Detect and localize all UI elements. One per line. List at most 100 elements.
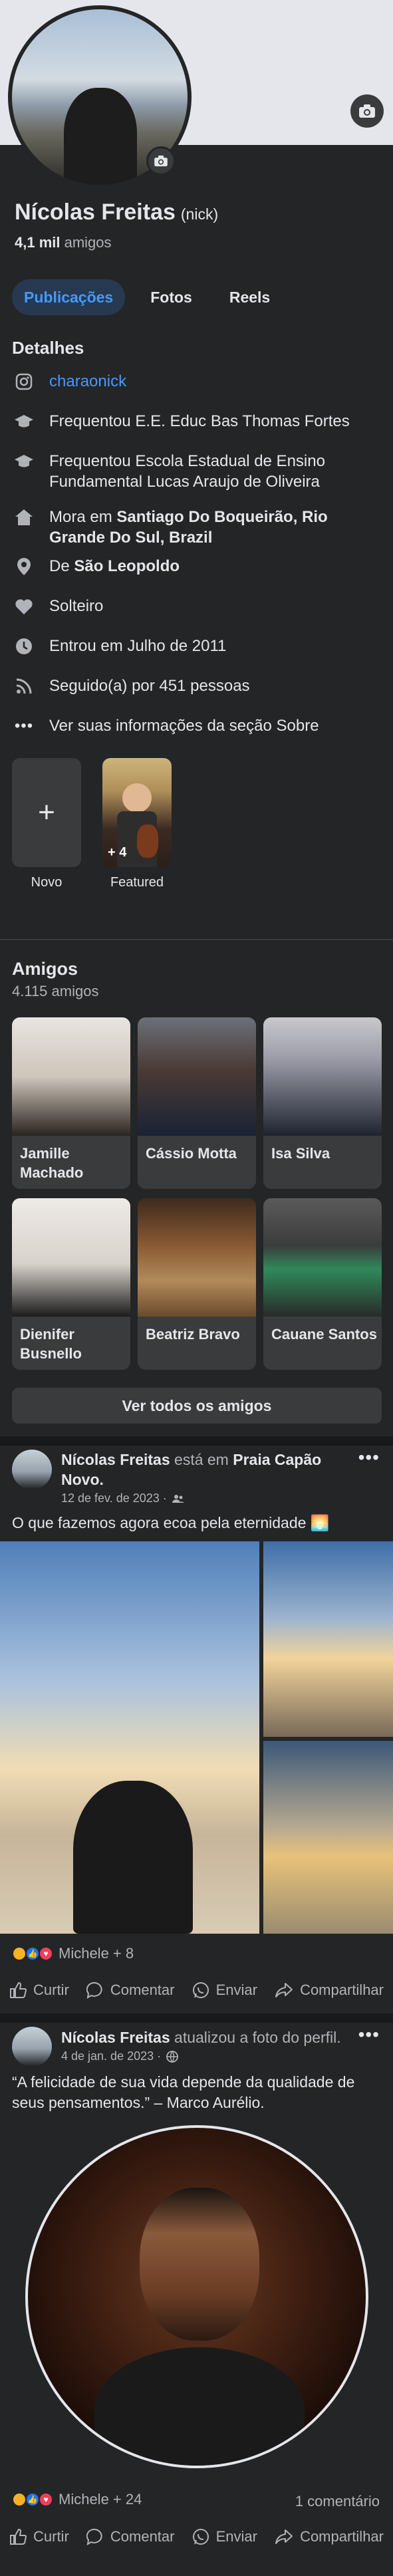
friend-card[interactable]: Cauane Santos [263,1198,382,1370]
post-reactions[interactable]: 👍 ♥ Michele + 24 [12,2491,142,2508]
haha-react-icon [12,1946,27,1961]
whatsapp-icon [192,2529,209,2545]
relationship-text: Solteiro [49,597,104,615]
friends-count-label: amigos [64,234,112,251]
tab-reels[interactable]: Reels [217,279,282,315]
post-more-options-icon[interactable]: ••• [358,2024,380,2045]
post-author-avatar[interactable] [12,2027,52,2067]
location-pin-icon [12,556,36,577]
like-react-icon: 👍 [25,1946,40,1961]
education-2-text: Frequentou Escola Estadual de Ensino Fun… [49,452,325,491]
see-all-friends-button[interactable]: Ver todos os amigos [12,1388,382,1424]
comment-button[interactable]: Comentar [86,2528,174,2545]
profile-picture-post-photo[interactable] [25,2125,368,2468]
more-dots-icon: ••• [14,717,34,735]
post-date-row: 4 de jan. de 2023 · [61,2049,179,2063]
reactions-text: Michele + 24 [59,2491,142,2508]
friend-photo [12,1017,130,1136]
send-label: Enviar [215,2528,257,2545]
friend-name: Beatriz Bravo [146,1326,240,1343]
post-author-avatar[interactable] [12,1450,52,1489]
send-button[interactable]: Enviar [192,1982,257,1999]
like-react-icon: 👍 [25,2492,40,2507]
lives-prefix: Mora em [49,508,112,526]
comments-count[interactable]: 1 comentário [295,2493,380,2510]
like-label: Curtir [33,2528,69,2545]
detail-see-about[interactable]: ••• Ver suas informações da seção Sobre [12,715,384,736]
friend-card[interactable]: Dienifer Busnello [12,1198,130,1370]
post-more-options-icon[interactable]: ••• [358,1447,380,1468]
friend-photo [263,1017,382,1136]
post-actions: Curtir Comentar Enviar Compartilhar [0,2528,393,2545]
graduation-cap-icon [12,451,36,471]
haha-react-icon [12,2492,27,2507]
graduation-cap-icon [12,411,36,432]
post-text: “A felicidade de sua vida depende da qua… [12,2073,355,2111]
globe-icon [166,2050,179,2063]
new-highlight-button[interactable]: + [12,758,81,867]
post-photo-main[interactable] [0,1541,259,1934]
post-header: Nícolas Freitas está em Praia Capão Novo… [61,1450,354,1489]
post-author[interactable]: Nícolas Freitas [61,2029,170,2046]
education-1-text: Frequentou E.E. Educ Bas Thomas Fortes [49,412,350,430]
share-arrow-icon [275,1983,293,1997]
detail-instagram[interactable]: charaonick [12,371,384,392]
reactions-text: Michele + 8 [59,1945,134,1962]
send-label: Enviar [215,1982,257,1998]
like-button[interactable]: Curtir [9,2528,69,2545]
friend-name: Cauane Santos [271,1326,377,1343]
friend-photo [138,1198,256,1317]
featured-highlight[interactable]: + 4 [102,758,172,867]
detail-from: De São Leopoldo [12,556,384,577]
tab-posts[interactable]: Publicações [12,279,126,315]
post-text: O que fazemos agora ecoa pela eternidade… [12,1514,330,1531]
comment-bubble-icon [86,2528,102,2545]
friend-card[interactable]: Isa Silva [263,1017,382,1189]
post-photo-bottom-right[interactable] [263,1741,393,1934]
post-actions: Curtir Comentar Enviar Compartilhar [0,1982,393,1999]
whatsapp-icon [192,1982,209,1998]
share-label: Compartilhar [300,2528,384,2545]
camera-icon [359,104,375,118]
post-author[interactable]: Nícolas Freitas [61,1451,170,1468]
post-photo-top-right[interactable] [263,1541,393,1737]
detail-followers[interactable]: Seguido(a) por 451 pessoas [12,676,384,696]
profile-name: Nícolas Freitas [15,199,176,225]
friends-section-title: Amigos [12,959,78,979]
home-icon [12,507,36,527]
joined-text: Entrou em Julho de 2011 [49,637,227,655]
post-header: Nícolas Freitas atualizou a foto do perf… [61,2027,354,2047]
section-divider [0,1436,393,1446]
friend-card[interactable]: Beatriz Bravo [138,1198,256,1370]
friends-count-value: 4,1 mil [15,234,61,251]
love-react-icon: ♥ [39,1946,53,1961]
tab-photos[interactable]: Fotos [138,279,204,315]
featured-count-badge: + 4 [108,845,127,860]
post-date[interactable]: 4 de jan. de 2023 · [61,2049,161,2063]
post-reactions[interactable]: 👍 ♥ Michele + 8 [12,1945,134,1962]
post-date[interactable]: 12 de fev. de 2023 · [61,1491,167,1505]
from-place: São Leopoldo [74,557,180,575]
friends-section-count: 4.115 amigos [12,983,99,999]
friend-name: Dienifer Busnello [20,1326,82,1362]
details-title: Detalhes [12,338,84,358]
cover-camera-button[interactable] [350,94,384,128]
friend-card[interactable]: Jamille Machado [12,1017,130,1189]
share-button[interactable]: Compartilhar [275,1982,384,1999]
comment-button[interactable]: Comentar [86,1982,174,1999]
see-about-text: Ver suas informações da seção Sobre [49,717,319,735]
avatar-camera-button[interactable] [146,146,176,176]
send-button[interactable]: Enviar [192,2528,257,2545]
profile-nickname: (nick) [180,205,219,223]
from-prefix: De [49,557,70,575]
followers-text: Seguido(a) por 451 pessoas [49,677,250,695]
like-button[interactable]: Curtir [9,1982,69,1999]
post-verb: está em [174,1451,229,1468]
share-button[interactable]: Compartilhar [275,2528,384,2545]
friend-photo [138,1017,256,1136]
post-date-row: 12 de fev. de 2023 · [61,1491,184,1505]
plus-icon: + [38,796,55,829]
comment-bubble-icon [86,1982,102,1999]
friend-card[interactable]: Cássio Motta [138,1017,256,1189]
profile-friends-count[interactable]: 4,1 mil amigos [15,234,112,251]
